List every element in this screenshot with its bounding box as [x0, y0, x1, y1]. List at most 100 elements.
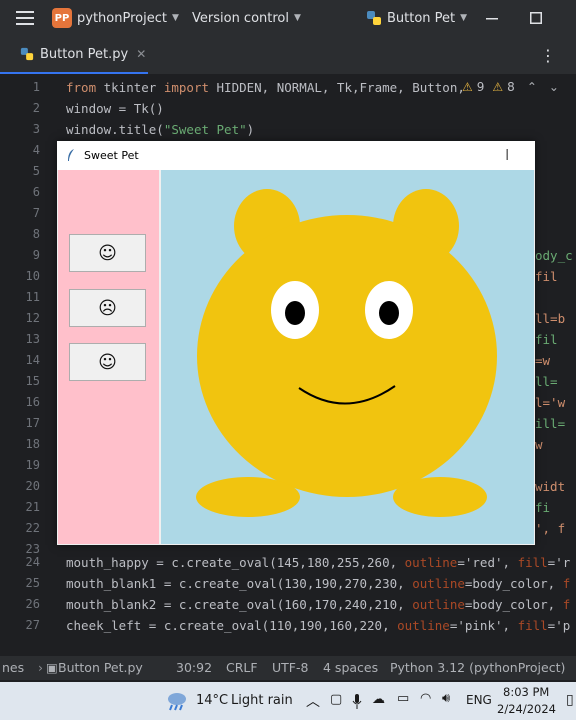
code-peek-fragment: fi	[535, 500, 551, 515]
breadcrumb[interactable]: nes	[2, 660, 24, 675]
line-separator[interactable]: CRLF	[226, 660, 258, 675]
close-icon[interactable]: ✕	[136, 47, 146, 61]
pet-foot-left	[196, 477, 300, 517]
line-number: 19	[25, 458, 40, 472]
clock-date[interactable]: 2/24/2024	[497, 702, 556, 716]
run-config-selector[interactable]: Button Pet ▼	[366, 0, 467, 36]
chevron-down-icon: ▼	[171, 13, 179, 23]
chevron-up-icon[interactable]: ⌃	[527, 80, 537, 94]
vcs-label: Version control	[192, 10, 289, 26]
line-number: 21	[25, 500, 40, 514]
code-peek-fragment: fil	[535, 332, 558, 347]
warning-icon: ⚠	[462, 80, 473, 94]
battery-icon[interactable]: ▭	[397, 691, 409, 706]
code-line-2: window = Tk()	[66, 101, 164, 116]
code-line-26: mouth_blank2 = c.create_oval(160,170,240…	[66, 597, 571, 612]
line-number: 23	[25, 542, 40, 556]
text-cursor-icon: I	[505, 146, 510, 164]
code-line-1: from tkinter import HIDDEN, NORMAL, Tk,F…	[66, 80, 465, 95]
onedrive-icon[interactable]: ☁	[372, 692, 385, 707]
line-number: 22	[25, 521, 40, 535]
clock-time[interactable]: 8:03 PM	[503, 685, 549, 699]
project-badge: PP	[52, 8, 72, 28]
wifi-icon[interactable]: ◠	[420, 691, 431, 706]
project-name: pythonProject	[77, 10, 167, 26]
tab-label: Button Pet.py	[40, 46, 129, 62]
more-options-icon[interactable]: ⋮	[540, 46, 556, 65]
line-number: 18	[25, 437, 40, 451]
minimize-icon[interactable]	[486, 0, 498, 36]
line-number: 26	[25, 597, 40, 611]
happy-button[interactable]: ☺	[69, 234, 146, 272]
code-peek-fragment: widt	[535, 479, 566, 494]
rain-cloud-icon[interactable]	[165, 690, 189, 712]
line-number: 27	[25, 618, 40, 632]
line-number: 14	[25, 353, 40, 367]
vcs-selector[interactable]: Version control ▼	[192, 0, 301, 36]
sad-face-icon: ☹	[98, 297, 117, 319]
code-peek-fragment: =w	[535, 353, 551, 368]
title-bar: PP pythonProject ▼ Version control ▼ But…	[0, 0, 576, 36]
breadcrumb-file[interactable]: Button Pet.py	[58, 660, 143, 675]
line-number: 10	[25, 269, 40, 283]
button-frame: ☺ ☹ ☺	[58, 170, 159, 544]
line-number: 5	[32, 164, 40, 178]
code-peek-fragment: fil	[535, 269, 558, 284]
weather-temp[interactable]: 14°C	[196, 693, 228, 708]
line-number: 25	[25, 576, 40, 590]
tk-title-bar[interactable]: Sweet Pet I	[57, 141, 535, 170]
code-peek-fragment: ill=	[535, 416, 566, 431]
weak-warning-icon: ⚠	[492, 80, 504, 94]
pet-canvas[interactable]	[161, 170, 534, 544]
file-encoding[interactable]: UTF-8	[272, 660, 308, 675]
line-number: 13	[25, 332, 40, 346]
code-peek-fragment: w	[535, 437, 543, 452]
code-line-27: cheek_left = c.create_oval(110,190,160,2…	[66, 618, 571, 633]
code-peek-fragment: ', f	[535, 521, 566, 536]
weak-warning-count: 8	[507, 80, 515, 94]
maximize-icon[interactable]	[530, 0, 542, 36]
indent-setting[interactable]: 4 spaces	[323, 660, 378, 675]
wink-button[interactable]: ☺	[69, 343, 146, 381]
editor-tab-bar: Button Pet.py ✕ ⋮	[0, 36, 576, 75]
python-icon	[367, 11, 381, 25]
pet-pupil-right	[379, 301, 399, 325]
language-indicator[interactable]: ENG	[466, 693, 492, 707]
run-config-label: Button Pet	[387, 10, 456, 26]
meet-now-icon[interactable]: ▢	[330, 692, 342, 707]
tab-button-pet[interactable]: Button Pet.py ✕	[0, 36, 148, 74]
code-peek-fragment: ll=b	[535, 311, 566, 326]
code-peek-fragment: ll=	[535, 374, 558, 389]
status-bar: nes › ▣ Button Pet.py 30:92 CRLF UTF-8 4…	[0, 656, 576, 680]
code-peek-fragment: ody_c	[535, 248, 573, 263]
sad-button[interactable]: ☹	[69, 289, 146, 327]
notification-icon[interactable]: ▯	[566, 692, 574, 708]
chevron-down-icon: ▼	[294, 13, 301, 23]
line-number: 8	[32, 227, 40, 241]
pet-body	[197, 215, 497, 497]
line-number: 6	[32, 185, 40, 199]
line-number: 1	[32, 80, 40, 94]
wink-face-icon: ☺	[98, 351, 117, 373]
python-interpreter[interactable]: Python 3.12 (pythonProject)	[390, 660, 565, 675]
caret-position[interactable]: 30:92	[176, 660, 212, 675]
tk-window-sweet-pet[interactable]: Sweet Pet I ☺ ☹ ☺	[57, 141, 535, 545]
chevron-down-icon: ▼	[460, 13, 468, 23]
pet-foot-right	[393, 477, 487, 517]
code-line-3: window.title("Sweet Pet")	[66, 122, 255, 137]
pet-drawing	[196, 189, 497, 517]
chevron-down-icon[interactable]: ⌄	[549, 80, 559, 94]
volume-icon[interactable]: 🔊︎	[442, 691, 450, 706]
code-line-24: mouth_happy = c.create_oval(145,180,255,…	[66, 555, 571, 570]
line-number: 16	[25, 395, 40, 409]
chevron-up-icon[interactable]: ︿	[306, 691, 320, 711]
main-menu-icon[interactable]	[16, 0, 34, 36]
inspection-widget[interactable]: ⚠ 9 ⚠ 8 ⌃ ⌄	[462, 80, 559, 94]
chevron-right-icon: ›	[38, 660, 43, 675]
project-selector[interactable]: pythonProject ▼	[77, 0, 179, 36]
python-file-icon	[20, 47, 34, 61]
weather-desc[interactable]: Light rain	[231, 693, 293, 708]
warning-count: 9	[476, 80, 485, 94]
line-number: 11	[25, 290, 40, 304]
microphone-icon[interactable]	[352, 694, 362, 709]
